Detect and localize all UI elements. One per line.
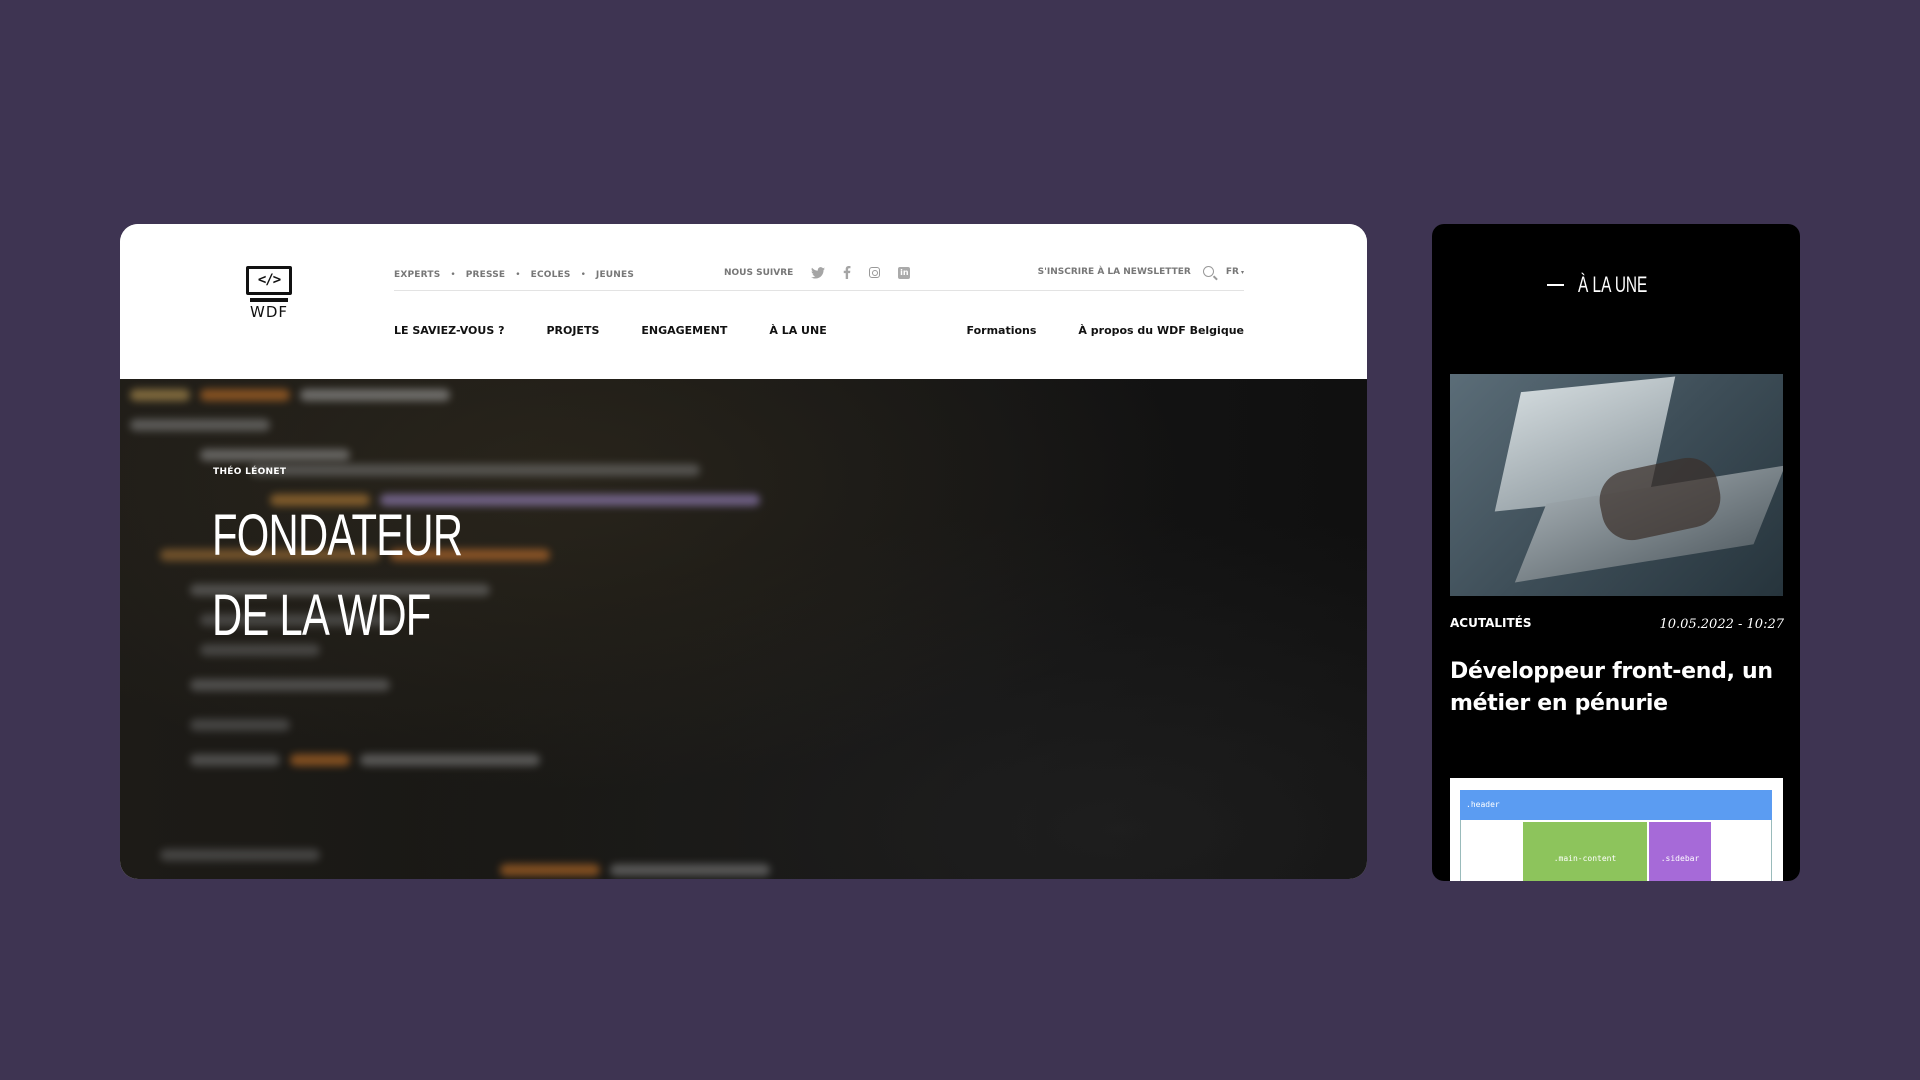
monitor-icon: </> — [246, 266, 292, 295]
section-heading: À LA UNE — [1547, 272, 1677, 298]
article-headline[interactable]: Développeur front-end, un métier en pénu… — [1450, 656, 1790, 720]
wdf-logo[interactable]: </> WDF — [243, 266, 295, 321]
nav-item-formations[interactable]: Formations — [967, 324, 1037, 337]
desktop-mockup: </> WDF EXPERTS • PRESSE • ECOLES • JEUN… — [120, 224, 1367, 879]
search-icon[interactable] — [1202, 266, 1214, 277]
social-links: NOUS SUIVRE in — [724, 266, 911, 279]
nav-item-projets[interactable]: PROJETS — [546, 324, 599, 337]
thumb-main-block: .main-content — [1523, 822, 1647, 881]
newsletter-area: S'INSCRIRE À LA NEWSLETTER FR ▾ — [1038, 266, 1244, 277]
language-select[interactable]: FR ▾ — [1226, 267, 1244, 277]
nav-item-a-la-une[interactable]: À LA UNE — [769, 324, 826, 337]
nav-item-a-propos[interactable]: À propos du WDF Belgique — [1078, 324, 1244, 337]
twitter-icon[interactable] — [811, 266, 826, 279]
top-link-ecoles[interactable]: ECOLES — [531, 270, 571, 280]
instagram-icon[interactable] — [869, 267, 881, 278]
top-bar: EXPERTS • PRESSE • ECOLES • JEUNES NOUS … — [394, 224, 1244, 291]
newsletter-link[interactable]: S'INSCRIRE À LA NEWSLETTER — [1038, 267, 1191, 277]
follow-label: NOUS SUIVRE — [724, 267, 794, 278]
main-nav: LE SAVIEZ-VOUS ? PROJETS ENGAGEMENT À LA… — [394, 324, 1244, 344]
article-image[interactable] — [1450, 374, 1783, 596]
article-date: 10.05.2022 - 10:27 — [1659, 617, 1784, 632]
top-links: EXPERTS • PRESSE • ECOLES • JEUNES — [394, 270, 635, 280]
top-link-jeunes[interactable]: JEUNES — [596, 270, 634, 280]
hero-title-line-1: FONDATEUR — [212, 503, 463, 568]
thumb-header-block: .header — [1460, 790, 1772, 820]
hero-title: FONDATEUR DE LA WDF — [212, 496, 463, 656]
site-header: </> WDF EXPERTS • PRESSE • ECOLES • JEUN… — [120, 224, 1367, 379]
logo-glyph: </> — [257, 272, 281, 288]
hero-author: THÉO LÉONET — [213, 467, 287, 477]
top-link-experts[interactable]: EXPERTS — [394, 270, 440, 280]
hero-title-line-2: DE LA WDF — [212, 583, 431, 648]
facebook-icon[interactable] — [843, 266, 851, 279]
dash-icon — [1547, 284, 1564, 286]
top-link-presse[interactable]: PRESSE — [466, 270, 506, 280]
chevron-down-icon: ▾ — [1238, 268, 1244, 276]
mobile-mockup: À LA UNE ACUTALITÉS 10.05.2022 - 10:27 D… — [1432, 224, 1800, 881]
nav-item-engagement[interactable]: ENGAGEMENT — [641, 324, 727, 337]
next-article-image[interactable]: .header .main-content .sidebar — [1450, 778, 1783, 881]
nav-item-le-saviez-vous[interactable]: LE SAVIEZ-VOUS ? — [394, 324, 504, 337]
hero-banner: THÉO LÉONET FONDATEUR DE LA WDF — [120, 379, 1367, 879]
logo-word: WDF — [249, 303, 288, 321]
section-title: À LA UNE — [1578, 272, 1648, 297]
linkedin-icon[interactable]: in — [898, 266, 911, 279]
article-category[interactable]: ACUTALITÉS — [1450, 616, 1532, 630]
thumb-sidebar-block: .sidebar — [1649, 822, 1711, 881]
